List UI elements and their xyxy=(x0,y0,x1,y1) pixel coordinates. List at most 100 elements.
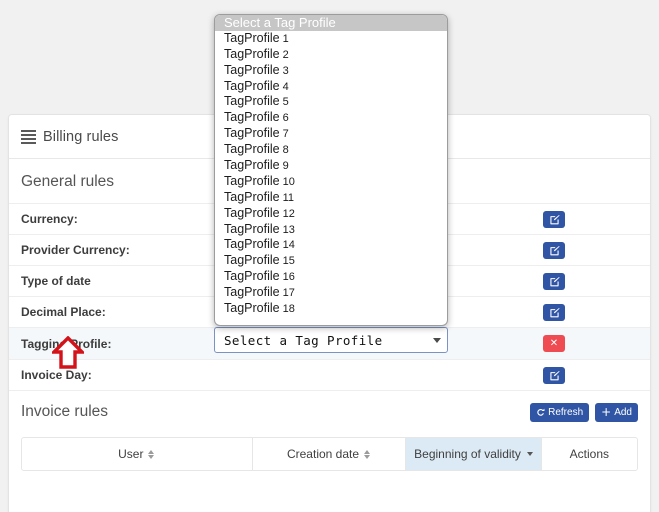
edit-button[interactable] xyxy=(543,366,565,384)
tagging-profile-select-value: Select a Tag Profile xyxy=(224,332,383,348)
dropdown-option-name: TagProfile xyxy=(224,94,280,109)
pencil-square-icon xyxy=(549,276,560,286)
caret-down-icon xyxy=(433,337,441,343)
dropdown-option-number: 16 xyxy=(282,271,295,284)
list-icon xyxy=(21,130,36,144)
dropdown-option-name: TagProfile xyxy=(224,269,280,284)
refresh-button[interactable]: Refresh xyxy=(530,402,590,422)
dropdown-option-name: TagProfile xyxy=(224,62,280,77)
dropdown-option-name: TagProfile xyxy=(224,253,280,268)
dropdown-option-number: 3 xyxy=(282,64,289,77)
dropdown-option[interactable]: TagProfile 9 xyxy=(215,158,447,174)
dropdown-option-number: 13 xyxy=(282,223,295,236)
refresh-button-label: Refresh xyxy=(548,406,584,418)
table-header-beginning-of-validity[interactable]: Beginning of validity xyxy=(406,438,542,470)
plus-icon: + xyxy=(601,404,612,419)
general-rule-row: Invoice Day: xyxy=(9,360,650,391)
dropdown-option[interactable]: TagProfile 18 xyxy=(215,301,447,317)
general-rule-label: Invoice Day: xyxy=(21,368,92,382)
tagging-profile-select[interactable]: Select a Tag Profile xyxy=(214,327,448,353)
dropdown-option-number: 15 xyxy=(282,255,295,268)
sort-both-icon xyxy=(364,449,371,460)
general-rule-label: Currency: xyxy=(21,212,78,226)
dropdown-option[interactable]: TagProfile 17 xyxy=(215,285,447,301)
pencil-square-icon xyxy=(549,245,560,255)
general-rule-action-cell xyxy=(530,210,650,228)
dropdown-option-number: 18 xyxy=(282,303,295,316)
dropdown-option[interactable]: TagProfile 14 xyxy=(215,237,447,253)
invoice-rules-bar: Invoice rules Refresh + Add xyxy=(9,391,650,433)
dropdown-option-name: TagProfile xyxy=(224,142,280,157)
dropdown-option[interactable]: TagProfile 4 xyxy=(215,79,447,95)
dropdown-option[interactable]: TagProfile 12 xyxy=(215,206,447,222)
general-rule-label: Provider Currency: xyxy=(21,243,130,257)
dropdown-option[interactable]: TagProfile 15 xyxy=(215,253,447,269)
dropdown-option-number: 11 xyxy=(282,191,295,204)
dropdown-option-number: 6 xyxy=(282,112,289,125)
dropdown-option-name: TagProfile xyxy=(224,285,280,300)
general-rule-label: Type of date xyxy=(21,274,91,288)
dropdown-option-name: TagProfile xyxy=(224,30,280,45)
general-rule-action-cell: ✕ xyxy=(530,335,650,352)
tagging-profile-dropdown-list[interactable]: Select a Tag Profile TagProfile 1 TagProfil… xyxy=(214,14,448,326)
dropdown-option-name: TagProfile xyxy=(224,173,280,188)
edit-button[interactable] xyxy=(543,210,565,228)
dropdown-option-number: 4 xyxy=(282,80,289,93)
general-rule-action-cell xyxy=(530,272,650,290)
dropdown-option[interactable]: TagProfile 5 xyxy=(215,94,447,110)
dropdown-option[interactable]: TagProfile 6 xyxy=(215,110,447,126)
dropdown-option-number: 8 xyxy=(282,144,289,157)
cancel-button[interactable]: ✕ xyxy=(543,335,565,352)
dropdown-option-number: 2 xyxy=(282,48,289,61)
dropdown-option[interactable]: TagProfile 10 xyxy=(215,174,447,190)
dropdown-option-number: 17 xyxy=(282,287,295,300)
table-header-creation-date[interactable]: Creation date xyxy=(253,438,407,470)
edit-button[interactable] xyxy=(543,241,565,259)
dropdown-option-name: TagProfile xyxy=(224,301,280,316)
dropdown-option-number: 7 xyxy=(282,128,289,141)
general-rule-action-cell xyxy=(530,303,650,321)
dropdown-option-name: TagProfile xyxy=(224,189,280,204)
dropdown-option-name: TagProfile xyxy=(224,46,280,61)
general-rule-label: Decimal Place: xyxy=(21,305,106,319)
dropdown-option[interactable]: TagProfile 11 xyxy=(215,190,447,206)
dropdown-option-name: TagProfile xyxy=(224,126,280,141)
table-header-user[interactable]: User xyxy=(22,438,253,470)
table-header-label: User xyxy=(118,447,144,461)
refresh-icon xyxy=(537,408,545,416)
dropdown-option-name: TagProfile xyxy=(224,237,280,252)
dropdown-option-number: 9 xyxy=(282,160,289,173)
add-button-label: Add xyxy=(614,406,632,418)
edit-button[interactable] xyxy=(543,303,565,321)
times-icon: ✕ xyxy=(549,337,559,349)
invoice-rules-heading: Invoice rules xyxy=(21,403,109,420)
dropdown-option[interactable]: TagProfile 7 xyxy=(215,126,447,142)
general-rule-label: Tagging Profile: xyxy=(21,336,112,351)
add-button[interactable]: + Add xyxy=(595,402,638,422)
pencil-square-icon xyxy=(549,307,560,317)
pencil-square-icon xyxy=(549,370,560,380)
general-rule-action-cell xyxy=(530,241,650,259)
table-header-label: Actions xyxy=(569,447,609,461)
dropdown-option-selected[interactable]: Select a Tag Profile xyxy=(215,15,447,31)
dropdown-option[interactable]: TagProfile 1 xyxy=(215,31,447,47)
dropdown-option-number: 5 xyxy=(282,96,289,109)
sort-both-icon xyxy=(148,449,155,460)
dropdown-option[interactable]: TagProfile 16 xyxy=(215,269,447,285)
dropdown-option-number: 1 xyxy=(282,32,289,45)
general-rule-action-cell xyxy=(530,366,650,384)
dropdown-option-number: 12 xyxy=(282,207,295,220)
pencil-square-icon xyxy=(549,214,560,224)
dropdown-option-name: TagProfile xyxy=(224,158,280,173)
invoice-rules-table-header: User Creation date Beginning of validity Ac… xyxy=(21,437,638,471)
table-header-label: Creation date xyxy=(286,447,360,461)
dropdown-option[interactable]: TagProfile 2 xyxy=(215,47,447,63)
dropdown-option[interactable]: TagProfile 13 xyxy=(215,222,447,238)
dropdown-option[interactable]: TagProfile 8 xyxy=(215,142,447,158)
edit-button[interactable] xyxy=(543,272,565,290)
table-header-label: Beginning of validity xyxy=(414,447,521,461)
dropdown-option-name: TagProfile xyxy=(224,78,280,93)
dropdown-option[interactable]: TagProfile 3 xyxy=(215,63,447,79)
dropdown-option-name: TagProfile xyxy=(224,205,280,220)
sort-desc-icon xyxy=(526,452,533,456)
